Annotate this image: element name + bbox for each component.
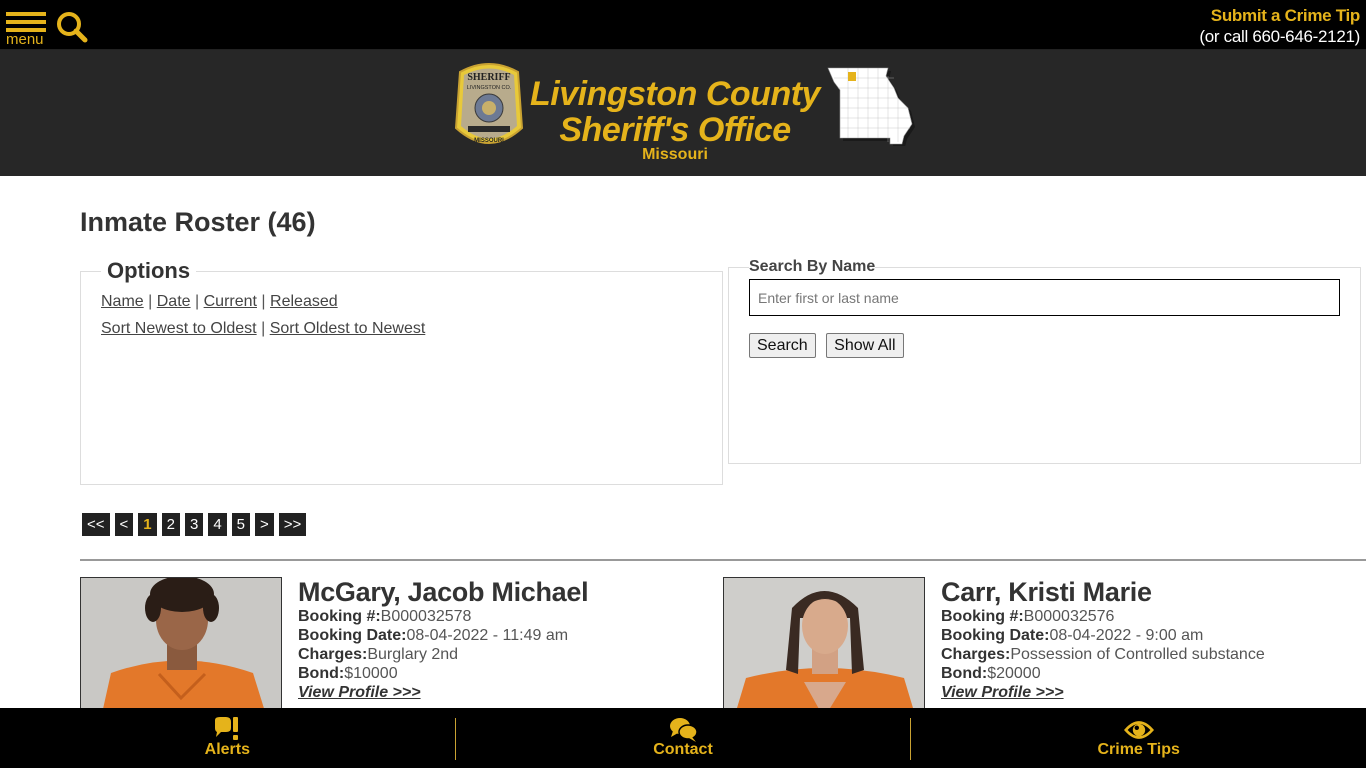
inmate-name[interactable]: McGary, Jacob Michael [298,577,589,607]
nav-alerts-label: Alerts [204,741,251,758]
eye-icon [1123,721,1154,739]
bond-label: Bond: [941,665,988,682]
pagination: << < 1 2 3 4 5 > >> [82,513,307,536]
search-button[interactable]: Search [749,333,816,358]
page-prev-button[interactable]: < [114,513,134,536]
booking-date: Booking Date:08-04-2022 - 9:00 am [941,626,1265,645]
bond-value: $20000 [987,665,1041,682]
search-button[interactable] [55,10,89,44]
nav-contact[interactable]: Contact [456,708,911,768]
page-2-button[interactable]: 2 [161,513,180,536]
booking-date-value: 08-04-2022 - 11:49 am [406,627,569,644]
nav-crime-tips-label: Crime Tips [1097,741,1180,758]
view-profile-link[interactable]: View Profile >>> [941,683,1265,702]
search-icon [57,12,88,43]
charges-value: Burglary 2nd [367,646,459,663]
mugshot-image [81,578,281,716]
svg-text:LIVINGSTON CO.: LIVINGSTON CO. [467,85,512,91]
sheriff-badge-icon[interactable]: SHERIFF LIVINGSTON CO. MISSOURI [452,58,526,154]
bond-label: Bond: [298,665,345,682]
inmate-card: Carr, Kristi Marie Booking #:B000032576 … [723,577,1366,727]
charges-label: Charges: [298,646,368,663]
svg-text:SHERIFF: SHERIFF [467,72,510,83]
sort-links: Sort Newest to Oldest | Sort Oldest to N… [101,319,702,339]
search-legend: Search By Name [749,258,876,275]
nav-crime-tips[interactable]: Crime Tips [911,708,1366,768]
alert-bubble-icon [215,717,239,740]
charges-label: Charges: [941,646,1011,663]
brand-line-2: Sheriff's Office [559,111,791,149]
inmate-photo[interactable] [80,577,282,717]
filter-date-link[interactable]: Date [157,293,191,310]
svg-text:MISSOURI: MISSOURI [474,138,504,144]
search-panel: Search By Name Search Show All [728,258,1361,464]
separator: | [148,293,153,310]
bond: Bond:$20000 [941,664,1265,683]
chat-bubbles-icon [670,718,698,742]
mugshot-image [724,578,924,716]
separator: | [195,293,200,310]
nav-contact-label: Contact [653,741,713,758]
divider [80,559,1366,561]
bottom-nav: Alerts Contact Crime Tips [0,708,1366,768]
sort-newest-link[interactable]: Sort Newest to Oldest [101,320,257,337]
charges: Charges:Possession of Controlled substan… [941,645,1265,664]
search-buttons: Search Show All [749,333,1340,358]
page-5-button[interactable]: 5 [231,513,251,536]
missouri-map-icon [827,67,915,146]
page-next-button[interactable]: > [255,513,274,536]
name-search-input[interactable] [749,279,1340,316]
booking-number: Booking #:B000032578 [298,607,588,626]
page-1-button[interactable]: 1 [138,513,157,536]
options-legend: Options [107,258,191,283]
top-bar: menu Submit a Crime Tip (or call 660-646… [0,0,1366,50]
hamburger-icon-bar [6,20,46,24]
booking-date-label: Booking Date: [298,627,407,644]
booking-date-label: Booking Date: [941,627,1050,644]
bond: Bond:$10000 [298,664,588,683]
booking-date: Booking Date:08-04-2022 - 11:49 am [298,626,588,645]
booking-number-value: B000032578 [380,608,472,625]
show-all-button[interactable]: Show All [826,333,904,358]
crime-tip-phone: (or call 660-646-2121) [1199,27,1360,46]
inmate-info: Carr, Kristi Marie Booking #:B000032576 … [941,577,1265,702]
hamburger-icon [6,12,46,16]
crime-tip-link[interactable]: Submit a Crime Tip (or call 660-646-2121… [1199,5,1360,47]
nav-alerts[interactable]: Alerts [0,708,455,768]
charges: Charges:Burglary 2nd [298,645,588,664]
page-first-button[interactable]: << [82,513,110,536]
charges-value: Possession of Controlled substance [1010,646,1265,663]
site-header: SHERIFF LIVINGSTON CO. MISSOURI Livingst… [0,50,1366,176]
page-last-button[interactable]: >> [278,513,307,536]
inmate-info: McGary, Jacob Michael Booking #:B0000325… [298,577,589,702]
sort-oldest-link[interactable]: Sort Oldest to Newest [270,320,426,337]
page-title: Inmate Roster (46) [80,207,316,237]
inmate-card: McGary, Jacob Michael Booking #:B0000325… [80,577,720,727]
booking-number-label: Booking #: [941,608,1024,625]
site-brand[interactable]: Livingston County Sheriff's Office Misso… [530,76,820,164]
filter-name-link[interactable]: Name [101,293,144,310]
page-3-button[interactable]: 3 [184,513,204,536]
page-4-button[interactable]: 4 [208,513,227,536]
booking-number-value: B000032576 [1023,608,1115,625]
brand-line-1: Livingston County [530,75,820,113]
separator: | [261,320,266,337]
bond-value: $10000 [344,665,398,682]
separator: | [261,293,266,310]
inmate-photo[interactable] [723,577,925,717]
view-profile-link[interactable]: View Profile >>> [298,683,588,702]
booking-date-value: 08-04-2022 - 9:00 am [1049,627,1204,644]
booking-number: Booking #:B000032576 [941,607,1265,626]
filter-released-link[interactable]: Released [270,293,338,310]
filter-links: Name | Date | Current | Released [101,292,702,312]
filter-current-link[interactable]: Current [204,293,257,310]
menu-button[interactable]: menu [6,10,48,48]
inmate-name[interactable]: Carr, Kristi Marie [941,577,1265,607]
options-panel: Options Name | Date | Current | Released… [80,258,723,485]
crime-tip-title[interactable]: Submit a Crime Tip [1199,5,1361,26]
booking-number-label: Booking #: [298,608,381,625]
menu-label: menu [6,31,44,48]
